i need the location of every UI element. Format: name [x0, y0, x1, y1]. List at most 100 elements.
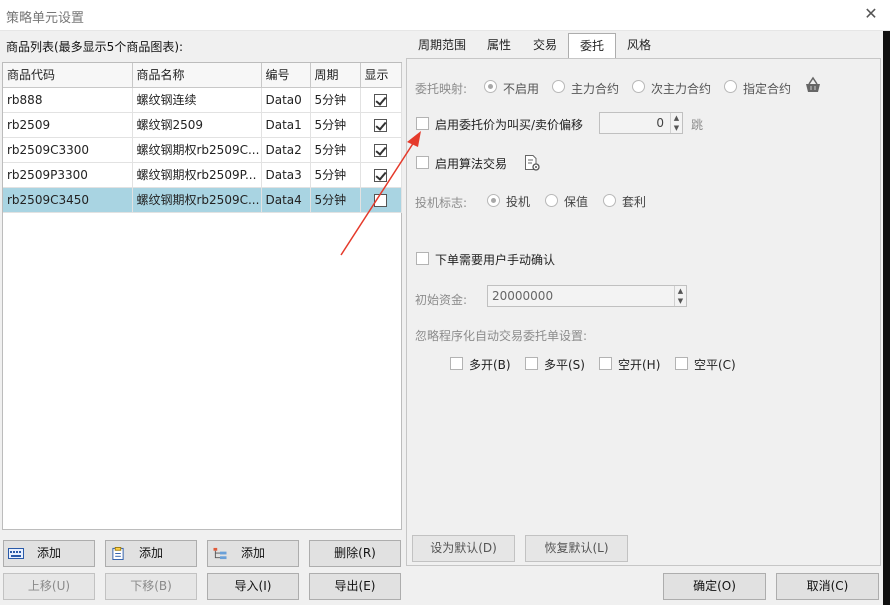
cell-period: 5分钟 — [310, 137, 361, 163]
ignore-buy-close-checkbox[interactable] — [525, 357, 538, 370]
tab-properties[interactable]: 属性 — [476, 33, 522, 58]
capital-stepper-arrows-icon[interactable]: ▲ ▼ — [674, 286, 686, 306]
add-from-list-label: 添加 — [138, 546, 163, 560]
title-bar: 策略单元设置 ✕ — [0, 0, 890, 31]
mapping-radio-main[interactable] — [552, 80, 565, 93]
cell-period: 5分钟 — [310, 187, 361, 213]
initial-capital-value: 20000000 — [492, 289, 554, 303]
spec-radio-speculation[interactable] — [487, 194, 500, 207]
price-offset-unit: 跳 — [691, 118, 704, 132]
show-checkbox[interactable] — [374, 143, 387, 157]
restore-default-button[interactable]: 恢复默认(L) — [525, 535, 628, 562]
show-checkbox[interactable] — [374, 193, 387, 207]
tab-style[interactable]: 风格 — [616, 33, 662, 58]
cancel-button[interactable]: 取消(C) — [776, 573, 879, 600]
add-group-button[interactable]: 添加 — [207, 540, 299, 567]
cell-period: 5分钟 — [310, 112, 361, 138]
spec-radio-hedge[interactable] — [545, 194, 558, 207]
product-list-label: 商品列表(最多显示5个商品图表): — [6, 40, 184, 54]
cell-id: Data1 — [261, 112, 311, 138]
price-offset-label: 启用委托价为叫买/卖价偏移 — [435, 118, 584, 132]
spec-radio-arbitrage[interactable] — [603, 194, 616, 207]
mapping-radio-disabled[interactable] — [484, 80, 497, 93]
mapping-option-secondary: 次主力合约 — [651, 82, 712, 96]
show-checkbox[interactable] — [374, 118, 387, 132]
cell-name: 螺纹钢期权rb2509C... — [132, 137, 262, 163]
algo-trading-label: 启用算法交易 — [435, 157, 508, 171]
price-offset-value: 0 — [656, 116, 664, 130]
ignore-sell-close-label: 空平(C) — [694, 358, 736, 372]
close-icon[interactable]: ✕ — [860, 3, 882, 25]
cell-period: 5分钟 — [310, 162, 361, 188]
cell-show — [360, 112, 402, 138]
basket-icon[interactable] — [804, 76, 822, 94]
clipboard-icon — [112, 547, 124, 560]
cell-code: rb2509P3300 — [3, 162, 133, 188]
cell-id: Data3 — [261, 162, 311, 188]
table-row[interactable]: rb2509C3450 螺纹钢期权rb2509C... Data4 5分钟 — [3, 187, 402, 213]
set-default-button[interactable]: 设为默认(D) — [412, 535, 515, 562]
tab-period-range[interactable]: 周期范围 — [408, 33, 476, 58]
cell-code: rb888 — [3, 87, 133, 113]
cell-id: Data0 — [261, 87, 311, 113]
move-down-button[interactable]: 下移(B) — [105, 573, 197, 600]
table-row[interactable]: rb2509C3300 螺纹钢期权rb2509C... Data2 5分钟 — [3, 137, 402, 163]
mapping-radio-specified[interactable] — [724, 80, 737, 93]
ignore-auto-orders-label: 忽略程序化自动交易委托单设置: — [415, 329, 588, 343]
table-row[interactable]: rb2509 螺纹钢2509 Data1 5分钟 — [3, 112, 402, 138]
column-header-code[interactable]: 商品代码 — [3, 63, 133, 88]
cell-code: rb2509C3450 — [3, 187, 133, 213]
add-product-label: 添加 — [36, 546, 61, 560]
cell-id: Data2 — [261, 137, 311, 163]
move-up-button[interactable]: 上移(U) — [3, 573, 95, 600]
initial-capital-stepper[interactable]: 20000000 ▲ ▼ — [487, 285, 687, 307]
mapping-option-specified: 指定合约 — [743, 82, 792, 96]
table-row[interactable]: rb2509P3300 螺纹钢期权rb2509P... Data3 5分钟 — [3, 162, 402, 188]
show-checkbox[interactable] — [374, 168, 387, 182]
spec-option-arbitrage: 套利 — [622, 195, 647, 209]
keyboard-icon — [8, 548, 24, 559]
show-checkbox[interactable] — [374, 93, 387, 107]
order-settings-panel: 委托映射: 不启用 主力合约 次主力合约 指定合约 启用委托价为叫买/卖价偏移 … — [406, 58, 881, 566]
column-header-show[interactable]: 显示 — [360, 63, 402, 88]
import-button[interactable]: 导入(I) — [207, 573, 299, 600]
tree-icon — [213, 547, 227, 560]
spec-option-hedge: 保值 — [564, 195, 589, 209]
cell-name: 螺纹钢期权rb2509P... — [132, 162, 262, 188]
ok-button[interactable]: 确定(O) — [663, 573, 766, 600]
tab-order[interactable]: 委托 — [568, 33, 616, 59]
manual-confirm-checkbox[interactable] — [416, 252, 429, 265]
cell-code: rb2509 — [3, 112, 133, 138]
table-row[interactable]: rb888 螺纹钢连续 Data0 5分钟 — [3, 87, 402, 113]
ignore-buy-open-label: 多开(B) — [469, 358, 511, 372]
price-offset-stepper[interactable]: 0 ▲ ▼ — [599, 112, 683, 134]
manual-confirm-label: 下单需要用户手动确认 — [435, 253, 556, 267]
spec-option-speculation: 投机 — [506, 195, 531, 209]
algo-trading-checkbox[interactable] — [416, 156, 429, 169]
ignore-buy-close-label: 多平(S) — [544, 358, 585, 372]
column-header-id[interactable]: 编号 — [261, 63, 311, 88]
cell-show — [360, 162, 402, 188]
cell-show — [360, 87, 402, 113]
tab-trading[interactable]: 交易 — [522, 33, 568, 58]
export-button[interactable]: 导出(E) — [309, 573, 401, 600]
add-from-list-button[interactable]: 添加 — [105, 540, 197, 567]
cell-id: Data4 — [261, 187, 311, 213]
table-header: 商品代码 商品名称 编号 周期 显示 — [3, 63, 402, 88]
stepper-arrows-icon[interactable]: ▲ ▼ — [670, 113, 682, 133]
cell-period: 5分钟 — [310, 87, 361, 113]
column-header-period[interactable]: 周期 — [310, 63, 361, 88]
cell-code: rb2509C3300 — [3, 137, 133, 163]
cell-show — [360, 137, 402, 163]
delete-button[interactable]: 删除(R) — [309, 540, 401, 567]
product-table[interactable]: 商品代码 商品名称 编号 周期 显示 rb888 螺纹钢连续 Data0 5分钟 rb2… — [2, 62, 402, 530]
ignore-sell-open-checkbox[interactable] — [599, 357, 612, 370]
mapping-radio-secondary[interactable] — [632, 80, 645, 93]
price-offset-checkbox[interactable] — [416, 117, 429, 130]
add-product-button[interactable]: 添加 — [3, 540, 95, 567]
ignore-buy-open-checkbox[interactable] — [450, 357, 463, 370]
cell-show — [360, 187, 402, 213]
ignore-sell-close-checkbox[interactable] — [675, 357, 688, 370]
column-header-name[interactable]: 商品名称 — [132, 63, 262, 88]
document-settings-icon[interactable] — [524, 154, 540, 171]
